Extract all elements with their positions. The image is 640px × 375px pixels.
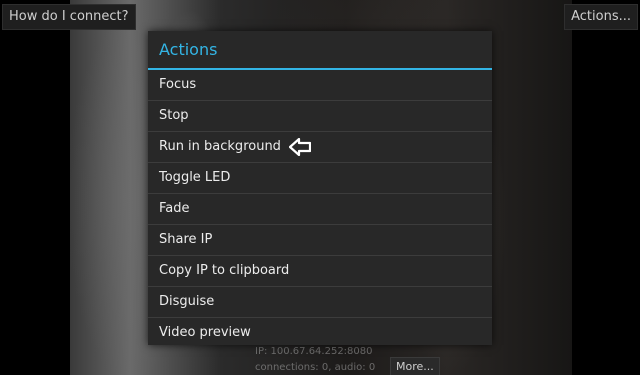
- menu-item-label: Toggle LED: [159, 170, 231, 185]
- app-screen: How do I connect? Actions... IP: 100.67.…: [0, 0, 640, 375]
- menu-item-label: Share IP: [159, 232, 213, 247]
- menu-item-share-ip[interactable]: Share IP: [148, 224, 492, 255]
- connections-status-text: connections: 0, audio: 0: [255, 362, 376, 373]
- menu-item-toggle-led[interactable]: Toggle LED: [148, 162, 492, 193]
- menu-item-stop[interactable]: Stop: [148, 100, 492, 131]
- menu-item-run-in-background[interactable]: Run in background: [148, 131, 492, 162]
- menu-item-label: Run in background: [159, 139, 281, 154]
- right-bar: [572, 0, 640, 375]
- menu-item-copy-ip[interactable]: Copy IP to clipboard: [148, 255, 492, 286]
- menu-item-label: Video preview: [159, 325, 251, 340]
- how-do-i-connect-button[interactable]: How do I connect?: [2, 4, 136, 30]
- more-button[interactable]: More...: [390, 357, 440, 375]
- actions-menu: Focus Stop Run in background Toggle LED …: [148, 70, 492, 348]
- menu-item-label: Disguise: [159, 294, 215, 309]
- menu-item-label: Focus: [159, 77, 197, 92]
- menu-item-label: Fade: [159, 201, 190, 216]
- menu-item-focus[interactable]: Focus: [148, 70, 492, 100]
- menu-item-fade[interactable]: Fade: [148, 193, 492, 224]
- left-bar: [0, 0, 70, 375]
- menu-item-video-preview[interactable]: Video preview: [148, 317, 492, 348]
- menu-item-disguise[interactable]: Disguise: [148, 286, 492, 317]
- dialog-title: Actions: [148, 31, 492, 70]
- actions-button[interactable]: Actions...: [564, 4, 638, 30]
- menu-item-label: Copy IP to clipboard: [159, 263, 290, 278]
- actions-dialog: Actions Focus Stop Run in background Tog…: [148, 31, 492, 345]
- menu-item-label: Stop: [159, 108, 189, 123]
- left-arrow-icon: [289, 138, 311, 156]
